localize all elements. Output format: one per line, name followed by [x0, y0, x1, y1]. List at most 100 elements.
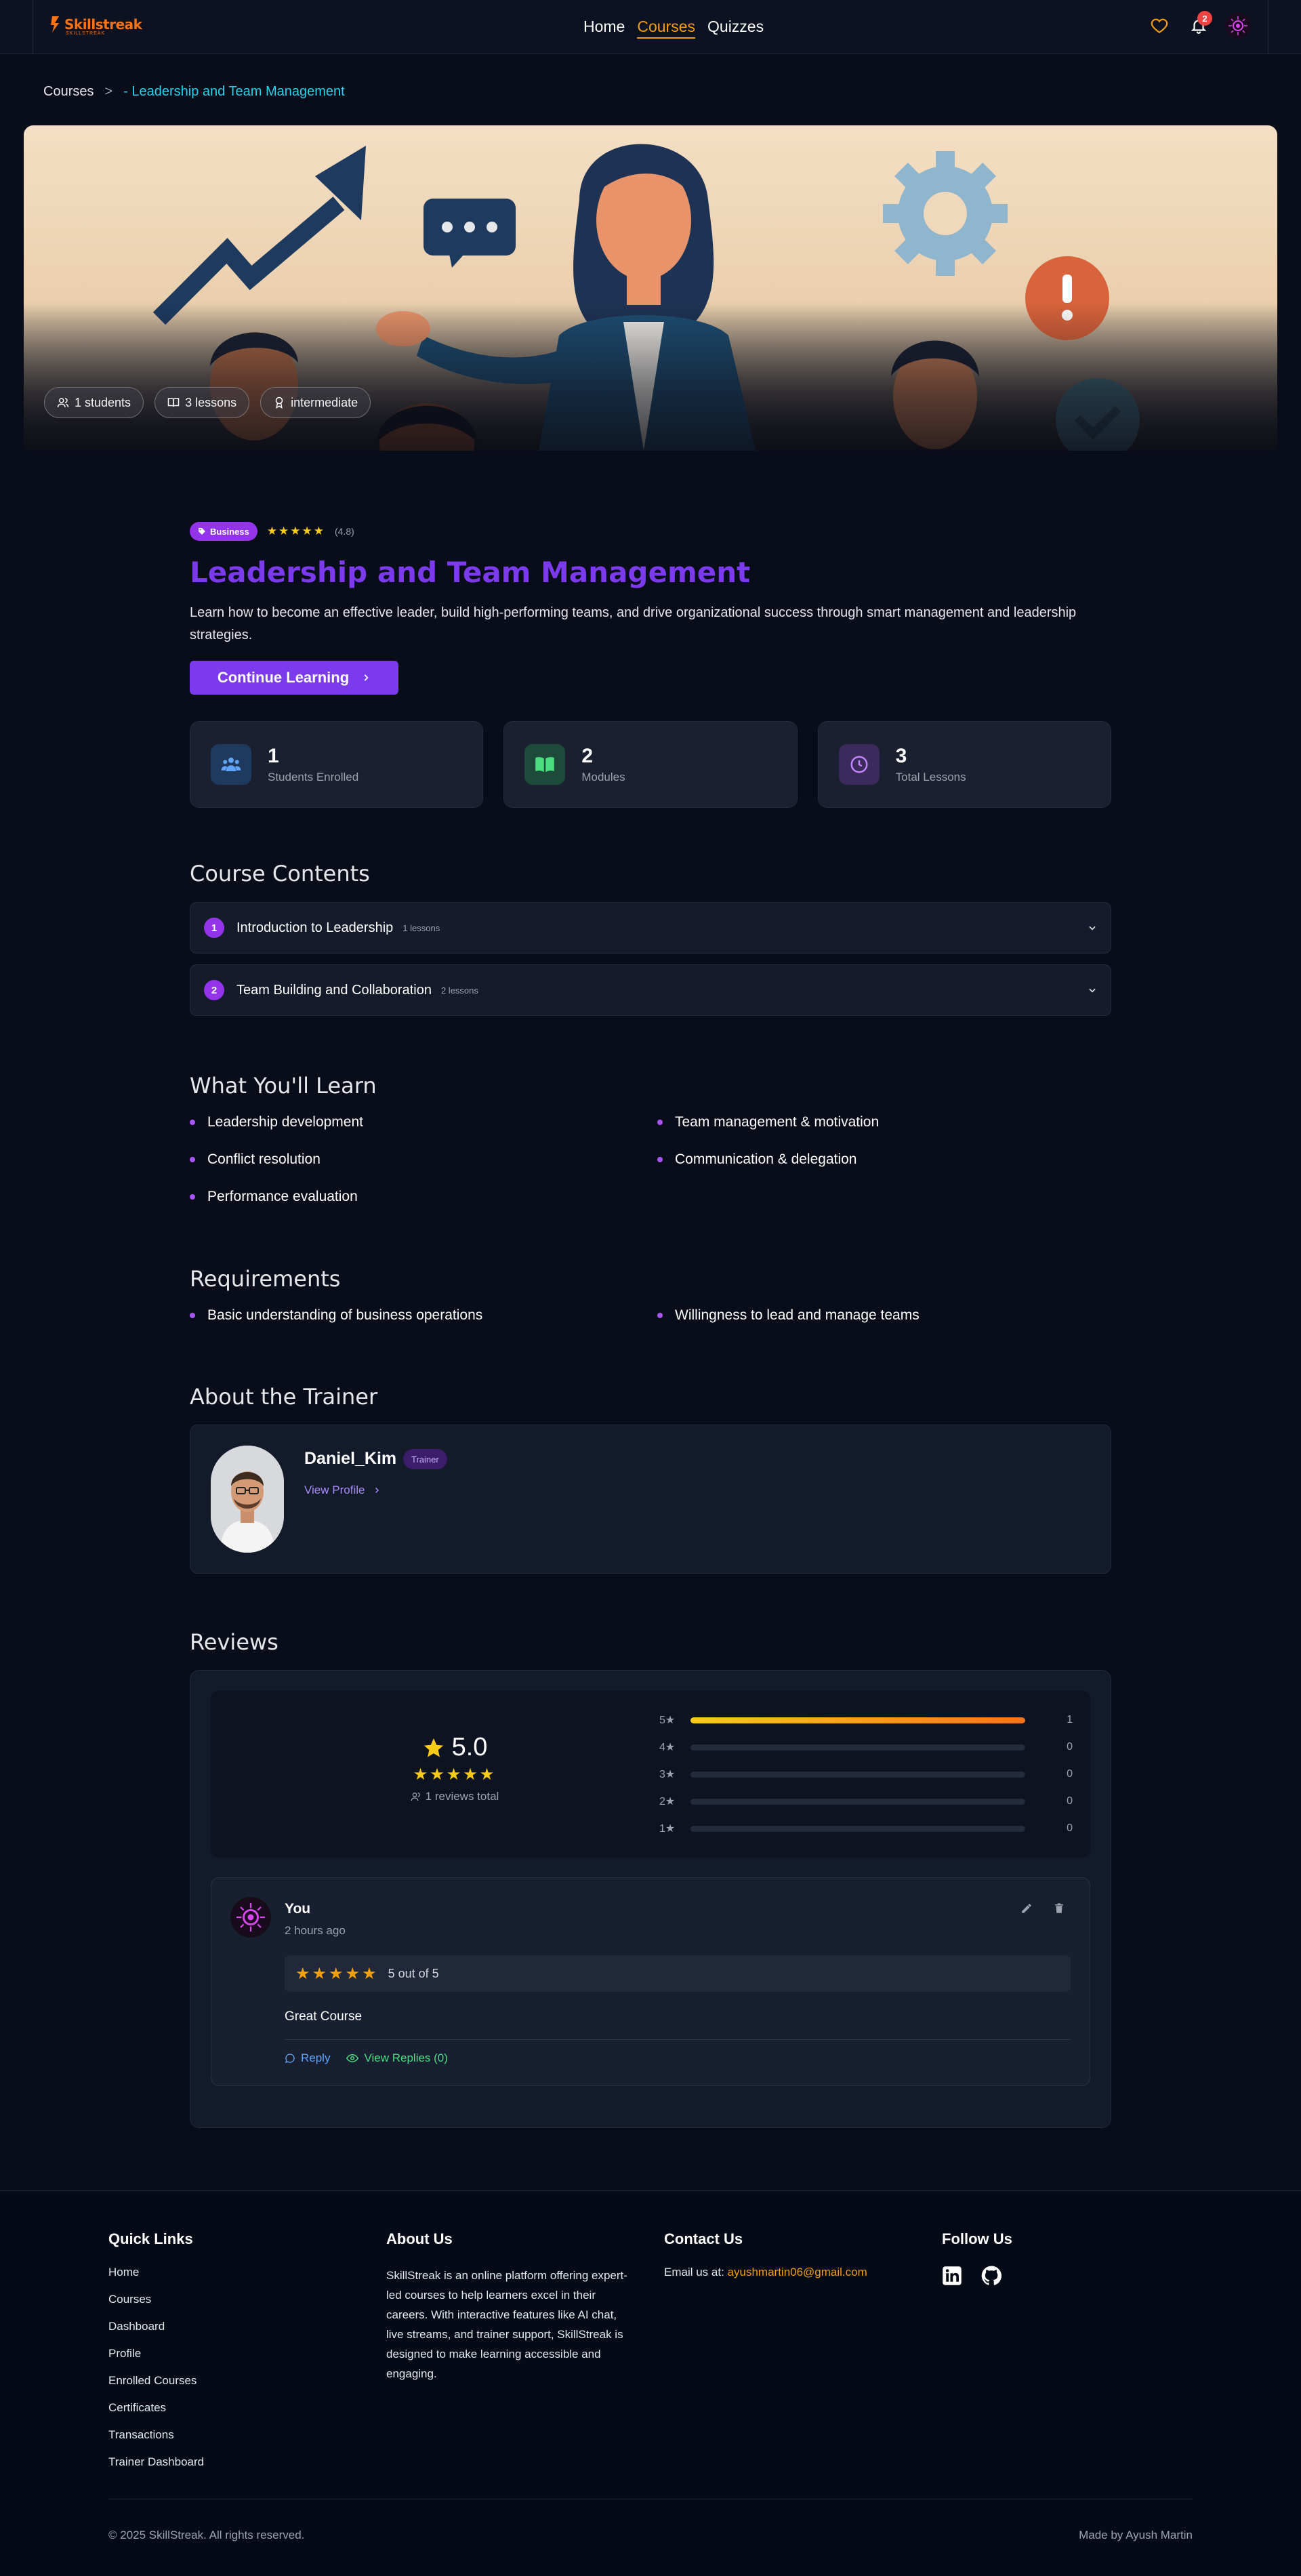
tag-icon — [199, 528, 205, 535]
module-lesson-count: 1 lessons — [402, 922, 440, 933]
footer-link-trainer-dashboard[interactable]: Trainer Dashboard — [108, 2455, 204, 2482]
average-rating-value: 5.0 — [394, 1733, 516, 1762]
chevron-down-icon[interactable] — [1088, 985, 1097, 995]
nav-link-courses[interactable]: Courses — [637, 18, 696, 39]
requirement-item-label: Basic understanding of business operatio… — [207, 1307, 483, 1323]
clock-icon — [850, 756, 868, 773]
notifications-button[interactable]: 2 — [1185, 11, 1212, 39]
footer-follow-title: Follow Us — [942, 2230, 1012, 2247]
footer-link-courses[interactable]: Courses — [108, 2293, 204, 2320]
trash-icon[interactable] — [1053, 1902, 1065, 1915]
wishlist-button[interactable] — [1146, 12, 1173, 39]
user-avatar-icon — [231, 1898, 270, 1937]
chevron-down-icon[interactable] — [1088, 923, 1097, 933]
made-by: Made by Ayush Martin — [1079, 2529, 1193, 2541]
learn-item-label: Conflict resolution — [207, 1151, 321, 1167]
view-replies-button[interactable]: View Replies (0) — [346, 2051, 448, 2065]
footer-link-profile[interactable]: Profile — [108, 2347, 204, 2374]
course-description: Learn how to become an effective leader,… — [190, 605, 1077, 642]
avatar[interactable] — [1224, 12, 1252, 39]
nav-link-home[interactable]: Home — [583, 18, 625, 39]
stat-modules: 2 Modules — [503, 721, 798, 808]
stat-modules-icon-box — [524, 744, 566, 785]
stat-students-label: Students Enrolled — [268, 771, 359, 783]
footer-link-certificates[interactable]: Certificates — [108, 2401, 204, 2428]
rating-bar-label: 2★ — [659, 1796, 676, 1807]
footer-link-enrolled-courses[interactable]: Enrolled Courses — [108, 2374, 204, 2401]
navbar: Skillstreak SKILLSTREAK Home Courses Qui… — [0, 0, 1301, 54]
hero-chips: 1 students 3 lessons intermediate — [44, 387, 371, 418]
reviewer-avatar[interactable] — [230, 1897, 271, 1938]
learn-item: Communication & delegation — [657, 1151, 857, 1168]
rating-bar-track — [690, 1744, 1025, 1751]
stat-students: 1 Students Enrolled — [190, 721, 484, 808]
category-badge: Business — [190, 522, 257, 541]
navbar-inner: Skillstreak SKILLSTREAK Home Courses Qui… — [33, 0, 1268, 54]
breadcrumb-courses[interactable]: Courses — [43, 84, 94, 100]
review-timestamp: 2 hours ago — [285, 1924, 346, 1937]
review-card: You 2 hours ago ★★★★★ 5 out of 5 Great C… — [211, 1877, 1090, 2086]
module-item[interactable]: 2 Team Building and Collaboration 2 less… — [190, 964, 1111, 1016]
continue-learning-label: Continue Learning — [217, 669, 350, 686]
trainer-avatar[interactable] — [211, 1446, 284, 1553]
reviews-total: 1 reviews total — [394, 1790, 516, 1803]
footer-link-dashboard[interactable]: Dashboard — [108, 2320, 204, 2347]
footer-email-label: Email us at: — [664, 2266, 724, 2278]
review-comment: Great Course — [285, 2009, 363, 2024]
footer: Quick Links Home Courses Dashboard Profi… — [0, 2190, 1301, 2576]
stat-students-value: 1 — [268, 745, 279, 767]
continue-learning-button[interactable]: Continue Learning — [190, 661, 398, 695]
rating-summary: 5.0 ★★★★★ 1 reviews total 5★ 1 4★ 0 3★ 0… — [211, 1691, 1090, 1858]
users-icon — [57, 398, 69, 407]
reply-label: Reply — [301, 2051, 331, 2064]
reviewer-name: You — [285, 1901, 311, 1917]
footer-email-link[interactable]: ayushmartin06@gmail.com — [728, 2266, 867, 2278]
message-circle-icon — [285, 2053, 295, 2063]
rating-bar-label: 3★ — [659, 1769, 676, 1780]
average-rating-number: 5.0 — [451, 1733, 488, 1761]
edit-icon[interactable] — [1020, 1902, 1033, 1915]
footer-link-home[interactable]: Home — [108, 2266, 204, 2293]
rating-bar-row: 2★ 0 — [659, 1795, 1073, 1808]
award-icon — [275, 396, 283, 409]
chip-lessons: 3 lessons — [154, 387, 250, 418]
linkedin-icon[interactable] — [942, 2266, 962, 2286]
logo-icon — [51, 16, 59, 33]
rating-bar-row: 5★ 1 — [659, 1713, 1073, 1727]
learn-item: Team management & motivation — [657, 1114, 879, 1130]
stat-lessons-label: Total Lessons — [895, 771, 966, 783]
review-links: Reply View Replies (0) — [285, 2051, 448, 2065]
stat-modules-value: 2 — [581, 745, 594, 767]
learn-item: Conflict resolution — [190, 1151, 321, 1168]
github-icon[interactable] — [981, 2266, 1001, 2286]
trainer-name: Daniel_Kim — [304, 1449, 397, 1468]
chip-level: intermediate — [260, 387, 371, 418]
breadcrumb: Courses > - Leadership and Team Manageme… — [43, 84, 345, 100]
rating-bar-label: 5★ — [659, 1715, 676, 1726]
notification-badge: 2 — [1197, 11, 1212, 26]
category-label: Business — [210, 526, 249, 537]
trainer-role-badge: Trainer — [403, 1449, 447, 1469]
reply-button[interactable]: Reply — [285, 2051, 330, 2065]
module-item[interactable]: 1 Introduction to Leadership 1 lessons — [190, 902, 1111, 954]
brand-tagline: SKILLSTREAK — [66, 31, 106, 36]
stat-students-text: 1 Students Enrolled — [268, 745, 358, 784]
rating-bar-row: 1★ 0 — [659, 1822, 1073, 1835]
eye-icon — [346, 2053, 359, 2063]
chip-lessons-label: 3 lessons — [185, 395, 237, 409]
module-title: Introduction to Leadership — [236, 920, 394, 935]
requirements-title: Requirements — [190, 1266, 341, 1292]
bullet-dot — [190, 1194, 195, 1200]
footer-about-title: About Us — [386, 2230, 453, 2247]
view-profile-link[interactable]: View Profile — [304, 1484, 381, 1497]
footer-about: About Us SkillStreak is an online platfo… — [386, 2230, 637, 2384]
footer-link-transactions[interactable]: Transactions — [108, 2428, 204, 2455]
module-lesson-count: 2 lessons — [440, 985, 478, 996]
average-rating: 5.0 ★★★★★ 1 reviews total — [394, 1733, 516, 1803]
review-stars: ★★★★★ — [295, 1964, 379, 1983]
nav-link-quizzes[interactable]: Quizzes — [707, 18, 764, 39]
copyright: © 2025 SkillStreak. All rights reserved. — [108, 2529, 305, 2541]
stat-lessons-value: 3 — [895, 745, 907, 767]
reviews-total-label: 1 reviews total — [425, 1790, 499, 1803]
users-icon — [221, 757, 241, 771]
